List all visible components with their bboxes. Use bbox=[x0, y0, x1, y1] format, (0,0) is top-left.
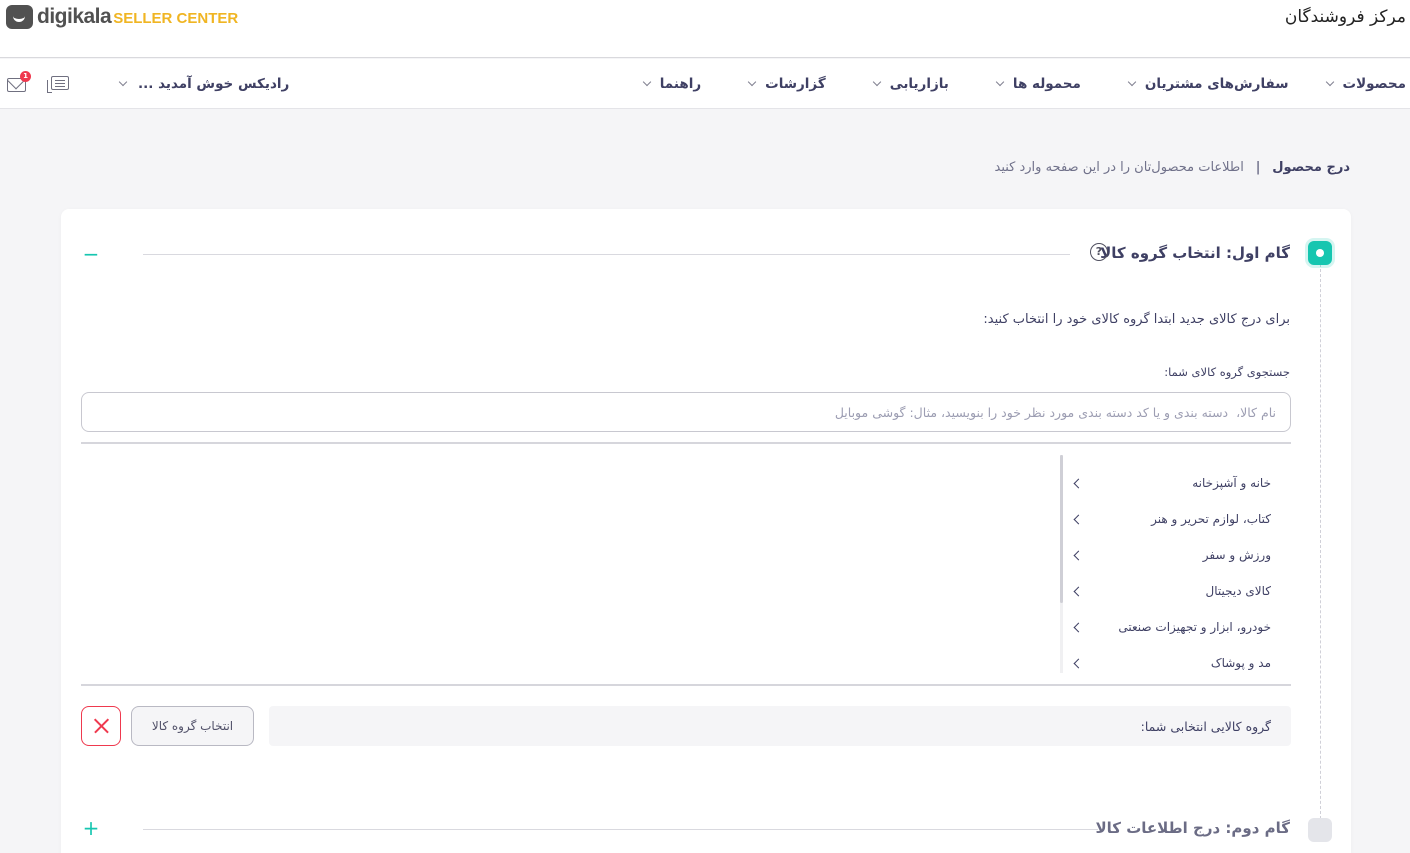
category-item-automotive-tools[interactable]: خودرو، ابزار و تجهیزات صنعتی bbox=[1071, 609, 1271, 645]
step1-title: گام اول: انتخاب گروه کالا bbox=[1100, 244, 1290, 262]
category-label: کتاب، لوازم تحریر و هنر bbox=[1151, 512, 1271, 526]
nav-item-label: گزارشات bbox=[765, 76, 826, 92]
nav-item-label: محموله ها bbox=[1012, 76, 1081, 92]
select-category-button[interactable]: انتخاب گروه کالا bbox=[131, 706, 254, 746]
breadcrumb-separator: | bbox=[1255, 160, 1261, 175]
category-item-sports-travel[interactable]: ورزش و سفر bbox=[1071, 537, 1271, 573]
chevron-left-icon bbox=[1073, 586, 1084, 596]
collapse-step1-button[interactable]: − bbox=[82, 244, 100, 264]
nav-item-label: سفارش‌های مشتریان bbox=[1144, 76, 1289, 92]
help-icon[interactable]: ? bbox=[1090, 243, 1108, 261]
category-label: مد و پوشاک bbox=[1210, 656, 1271, 670]
scrollbar-track[interactable] bbox=[1060, 455, 1063, 673]
chevron-down-icon bbox=[1325, 77, 1334, 87]
logo-subtitle: SELLER CENTER bbox=[113, 9, 239, 27]
step2-title: گام دوم: درج اطلاعات کالا bbox=[1095, 819, 1290, 837]
nav-item-customer-orders[interactable]: سفارش‌های مشتریان bbox=[1127, 76, 1289, 92]
messages-icon[interactable] bbox=[47, 76, 69, 93]
chevron-left-icon bbox=[1073, 622, 1084, 632]
category-label: خانه و آشپزخانه bbox=[1192, 476, 1271, 490]
logo-word: digikala bbox=[37, 5, 112, 28]
user-menu[interactable]: رادیکس خوش آمدید ... bbox=[118, 59, 290, 109]
chevron-down-icon bbox=[872, 77, 881, 87]
scrollbar-thumb[interactable] bbox=[1060, 455, 1063, 603]
search-label: جستجوی گروه کالای شما: bbox=[1164, 365, 1290, 379]
category-item-digital[interactable]: کالای دیجیتال bbox=[1071, 573, 1271, 609]
chevron-down-icon bbox=[995, 77, 1005, 87]
nav-item-shipments[interactable]: محموله ها bbox=[995, 76, 1081, 92]
category-item-home-kitchen[interactable]: خانه و آشپزخانه bbox=[1071, 465, 1271, 501]
page-description: اطلاعات محصول‌تان را در این صفحه وارد کن… bbox=[994, 160, 1244, 175]
step-timeline bbox=[1320, 264, 1321, 824]
category-list: خانه و آشپزخانه کتاب، لوازم تحریر و هنر … bbox=[1071, 465, 1271, 681]
divider bbox=[81, 684, 1291, 686]
chevron-down-icon bbox=[747, 77, 757, 87]
page-title: درج محصول bbox=[1272, 160, 1350, 175]
nav-item-label: بازاریابی bbox=[889, 76, 949, 92]
selected-category-label: گروه کالایی انتخابی شما: bbox=[1140, 718, 1271, 734]
top-header: digikala SELLER CENTER مرکز فروشندگان bbox=[0, 0, 1410, 58]
expand-step2-button[interactable]: + bbox=[82, 818, 100, 838]
category-label: ورزش و سفر bbox=[1202, 548, 1271, 562]
step2-divider bbox=[143, 829, 1098, 830]
category-list-panel: خانه و آشپزخانه کتاب، لوازم تحریر و هنر … bbox=[1060, 455, 1291, 673]
step1-active-indicator bbox=[1308, 241, 1332, 265]
clear-selection-button[interactable] bbox=[81, 706, 121, 746]
category-item-fashion[interactable]: مد و پوشاک bbox=[1071, 645, 1271, 681]
nav-item-marketing[interactable]: بازاریابی bbox=[872, 76, 949, 92]
main-nav: محصولات سفارش‌های مشتریان محموله ها بازا… bbox=[0, 59, 1410, 109]
nav-item-products[interactable]: محصولات bbox=[1325, 76, 1406, 92]
nav-menu: محصولات سفارش‌های مشتریان محموله ها بازا… bbox=[642, 59, 1406, 109]
nav-item-label: راهنما bbox=[659, 76, 702, 92]
step1-divider bbox=[143, 254, 1070, 255]
chevron-down-icon bbox=[1127, 77, 1137, 87]
divider bbox=[81, 442, 1291, 444]
notification-badge: 1 bbox=[20, 71, 31, 82]
nav-item-guide[interactable]: راهنما bbox=[642, 76, 702, 92]
digikala-logo-icon bbox=[6, 5, 33, 29]
user-greeting: رادیکس خوش آمدید ... bbox=[138, 76, 290, 92]
chevron-left-icon bbox=[1073, 550, 1084, 560]
digikala-logo[interactable]: digikala SELLER CENTER bbox=[6, 5, 238, 29]
step1-intro: برای درج کالای جدید ابتدا گروه کالای خود… bbox=[983, 312, 1290, 327]
nav-item-label: محصولات bbox=[1342, 76, 1406, 92]
category-label: کالای دیجیتال bbox=[1205, 584, 1271, 598]
category-label: خودرو، ابزار و تجهیزات صنعتی bbox=[1118, 620, 1271, 634]
category-search-input[interactable] bbox=[81, 392, 1291, 432]
chevron-left-icon bbox=[1073, 658, 1084, 668]
chevron-left-icon bbox=[1073, 478, 1084, 488]
chevron-down-icon bbox=[118, 77, 128, 87]
chevron-down-icon bbox=[642, 77, 651, 87]
step2-inactive-indicator bbox=[1308, 818, 1332, 842]
breadcrumb: درج محصول | اطلاعات محصول‌تان را در این … bbox=[995, 160, 1351, 175]
category-item-books-stationery[interactable]: کتاب، لوازم تحریر و هنر bbox=[1071, 501, 1271, 537]
selected-category-box: گروه کالایی انتخابی شما: bbox=[269, 706, 1291, 746]
site-title: مرکز فروشندگان bbox=[1284, 7, 1406, 27]
chevron-left-icon bbox=[1073, 514, 1084, 524]
nav-item-reports[interactable]: گزارشات bbox=[747, 76, 826, 92]
